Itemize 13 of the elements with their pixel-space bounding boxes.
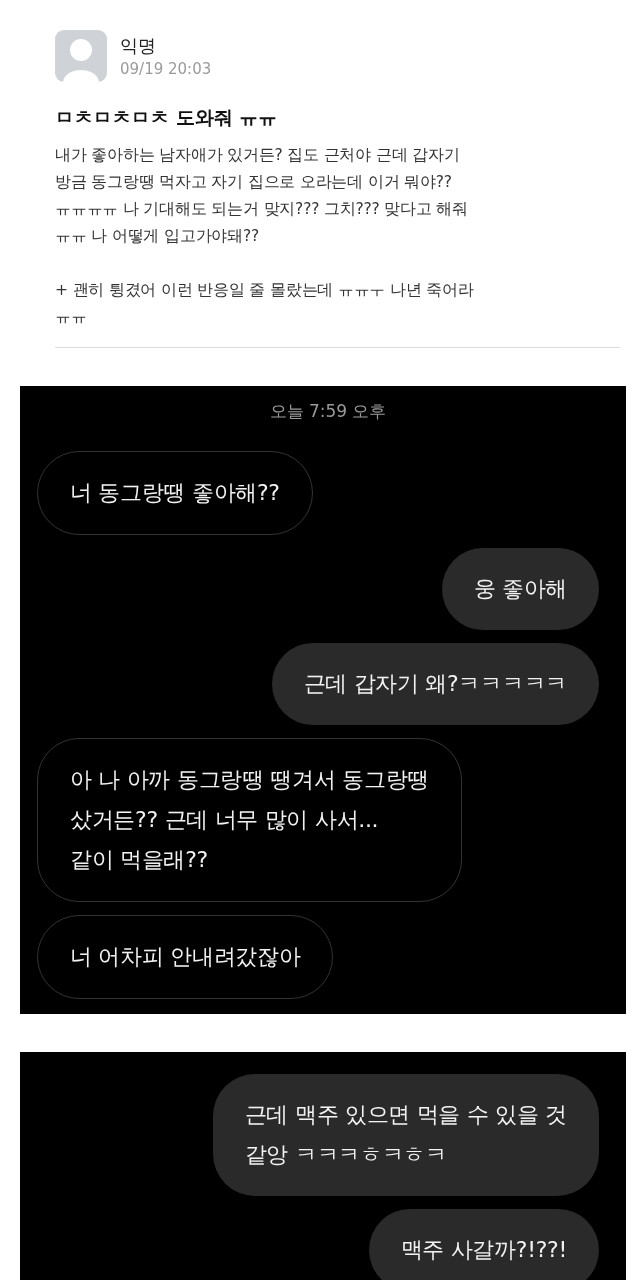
message-bubble: 근데 맥주 있으면 먹을 수 있을 것 같앙 ㅋㅋㅋㅎㅋㅎㅋ (212, 1074, 599, 1196)
message-bubble: 맥주 사갈까?!??! (368, 1209, 599, 1280)
post-body: 내가 좋아하는 남자애가 있거든? 집도 근처야 근데 갑자기 방금 동그랑땡 먹자고 자기 집으로 오라는데 이거 뭐야?? ㅠㅠㅠㅠ 나 기대해도 되는거 맞지??? 그치??? 맞다고 해줘 ㅠㅠ 나 어떻게 입고가야돼?? + 괜히 튕겼어 이런 반응일 줄 몰랐는데 ㅠㅠㅜ 나년 죽어라 ㅠㅠ (55, 145, 475, 328)
message-bubble: 너 동그랑땡 좋아해?? (37, 451, 313, 535)
post-time: 09/19 20:03 (120, 59, 212, 79)
chat-timestamp: 오늘 7:59 오후 (269, 400, 387, 423)
post-title: ㅁㅊㅁㅊㅁㅊ 도와줘 ㅠㅠ (55, 105, 279, 130)
message-bubble: 아 나 아까 동그랑땡 땡겨서 동그랑땡 샀거든?? 근데 너무 많이 사서... 같이 먹을래?? (37, 738, 462, 902)
message-bubble: 웅 좋아해 (441, 548, 599, 630)
message-bubble: 너 어차피 안내려갔잖아 (37, 915, 334, 999)
message-bubble: 근데 갑자기 왜?ㅋㅋㅋㅋㅋ (271, 643, 599, 725)
avatar-icon (55, 30, 107, 82)
author-name: 익명 (120, 34, 157, 58)
